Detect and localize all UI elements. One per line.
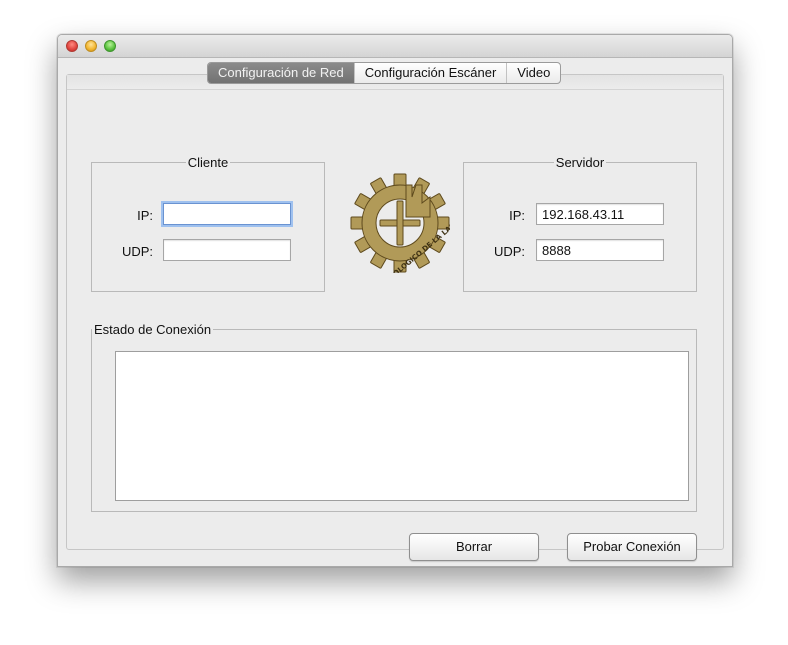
- servidor-title: Servidor: [555, 155, 605, 170]
- cliente-ip-label: IP:: [137, 208, 153, 223]
- servidor-ip-input[interactable]: [536, 203, 664, 225]
- title-bar: [58, 35, 732, 58]
- servidor-ip-label: IP:: [509, 208, 525, 223]
- tab-bar: Configuración de Red Configuración Escán…: [207, 62, 562, 84]
- minimize-window-icon[interactable]: [85, 40, 97, 52]
- cliente-title: Cliente: [187, 155, 229, 170]
- tab-panel: Cliente IP: UDP: DE LA Servidor IP: 192.…: [66, 74, 724, 561]
- tec-laguna-logo: TECNOLOGICO DE LA LAGUNA: [350, 173, 450, 273]
- estado-conexion-title: Estado de Conexión: [94, 322, 212, 337]
- borrar-button[interactable]: Borrar: [409, 533, 539, 561]
- probar-conexion-button[interactable]: Probar Conexión: [567, 533, 697, 561]
- servidor-udp-input[interactable]: [536, 239, 664, 261]
- connection-status-textarea[interactable]: [115, 351, 689, 501]
- tab-configuracion-red[interactable]: Configuración de Red: [208, 63, 354, 83]
- servidor-udp-label: UDP:: [493, 244, 525, 259]
- cliente-udp-label: UDP:: [121, 244, 153, 259]
- tab-video[interactable]: Video: [506, 63, 560, 83]
- cliente-udp-input[interactable]: [163, 239, 291, 261]
- maximize-window-icon[interactable]: [104, 40, 116, 52]
- cliente-ip-input[interactable]: [163, 203, 291, 225]
- close-window-icon[interactable]: [66, 40, 78, 52]
- tab-configuracion-escaner[interactable]: Configuración Escáner: [353, 63, 507, 83]
- app-window: Configuración de Red Configuración Escán…: [57, 34, 733, 567]
